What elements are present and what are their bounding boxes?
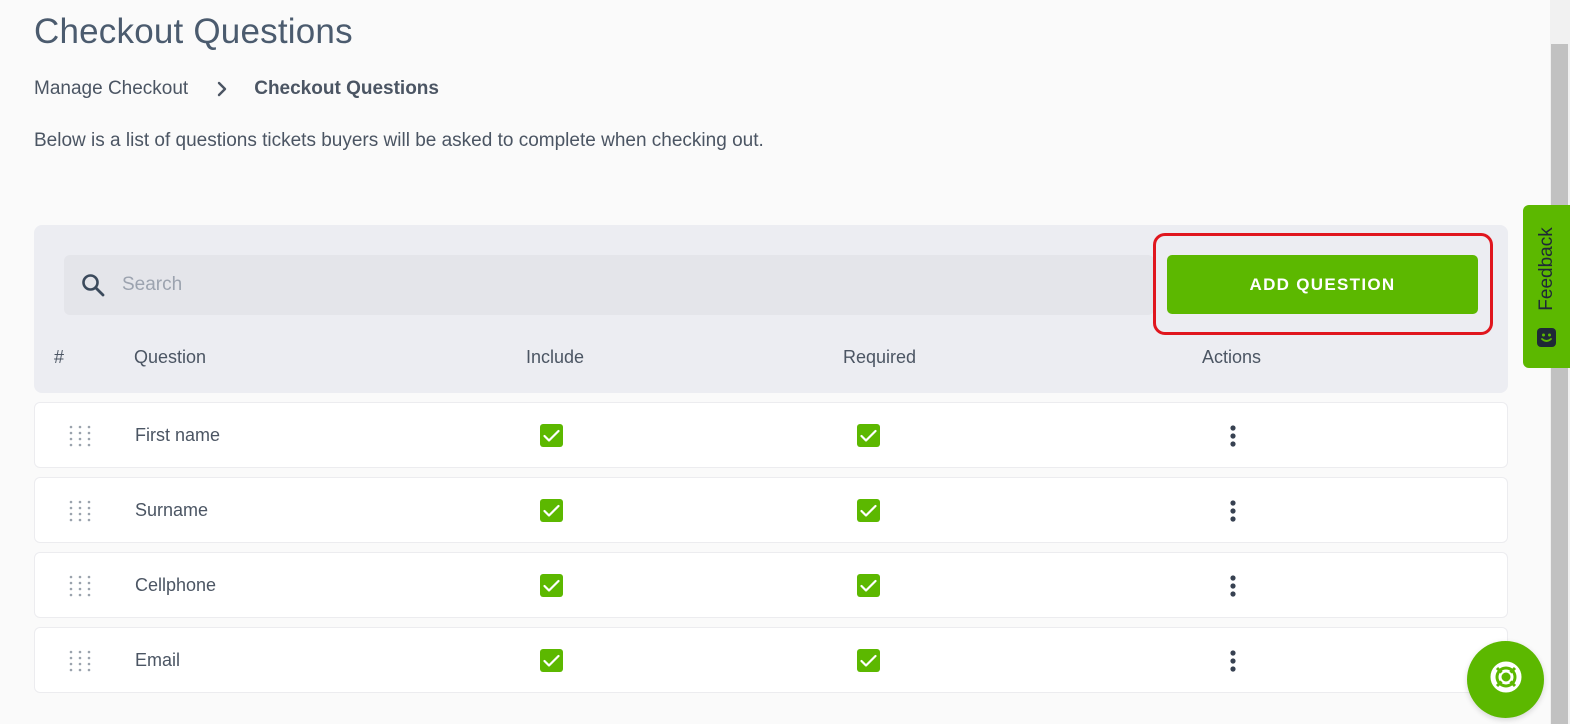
table-row[interactable]: Email [34, 627, 1508, 693]
question-label: First name [135, 425, 221, 445]
breadcrumb-manage-checkout[interactable]: Manage Checkout [34, 78, 188, 100]
column-header-include: Include [526, 347, 585, 367]
help-button[interactable] [1467, 641, 1544, 718]
column-header-question[interactable]: Question [134, 347, 206, 368]
table-row[interactable]: Surname [34, 477, 1508, 543]
question-label: Cellphone [135, 575, 217, 595]
column-header-actions: Actions [1202, 347, 1262, 367]
drag-handle-icon[interactable] [69, 650, 91, 672]
breadcrumb-current: Checkout Questions [254, 78, 439, 99]
more-vertical-icon[interactable] [1221, 423, 1245, 449]
search-icon [80, 272, 106, 298]
smiley-icon [1537, 328, 1556, 347]
include-checkbox-icon[interactable] [540, 499, 563, 522]
required-checkbox-icon[interactable] [857, 574, 880, 597]
required-checkbox-icon[interactable] [857, 499, 880, 522]
column-header-required: Required [843, 347, 917, 367]
scrollbar-thumb[interactable] [1551, 44, 1568, 724]
column-header-number: # [54, 347, 65, 367]
drag-handle-icon[interactable] [69, 425, 91, 447]
include-checkbox-icon[interactable] [540, 574, 563, 597]
drag-handle-icon[interactable] [69, 500, 91, 522]
required-checkbox-icon[interactable] [857, 649, 880, 672]
search-box[interactable] [64, 255, 1154, 315]
required-checkbox-icon[interactable] [857, 424, 880, 447]
more-vertical-icon[interactable] [1221, 648, 1245, 674]
lifebuoy-icon [1489, 660, 1523, 699]
question-label: Email [135, 650, 181, 670]
include-checkbox-icon[interactable] [540, 649, 563, 672]
question-label: Surname [135, 500, 209, 520]
breadcrumb: Manage Checkout Checkout Questions [34, 78, 439, 100]
feedback-label: Feedback [1535, 227, 1557, 311]
more-vertical-icon[interactable] [1221, 498, 1245, 524]
more-vertical-icon[interactable] [1221, 573, 1245, 599]
table-row[interactable]: Cellphone [34, 552, 1508, 618]
search-input[interactable] [122, 274, 1022, 296]
chevron-right-icon [216, 81, 228, 97]
include-checkbox-icon[interactable] [540, 424, 563, 447]
table-row[interactable]: First name [34, 402, 1508, 468]
questions-toolbar-panel: ADD QUESTION # Question Include Required… [34, 225, 1508, 393]
page-description: Below is a list of questions tickets buy… [34, 130, 764, 151]
page-title: Checkout Questions [34, 12, 353, 51]
feedback-tab[interactable]: Feedback [1523, 205, 1570, 368]
drag-handle-icon[interactable] [69, 575, 91, 597]
add-question-button[interactable]: ADD QUESTION [1167, 255, 1478, 314]
